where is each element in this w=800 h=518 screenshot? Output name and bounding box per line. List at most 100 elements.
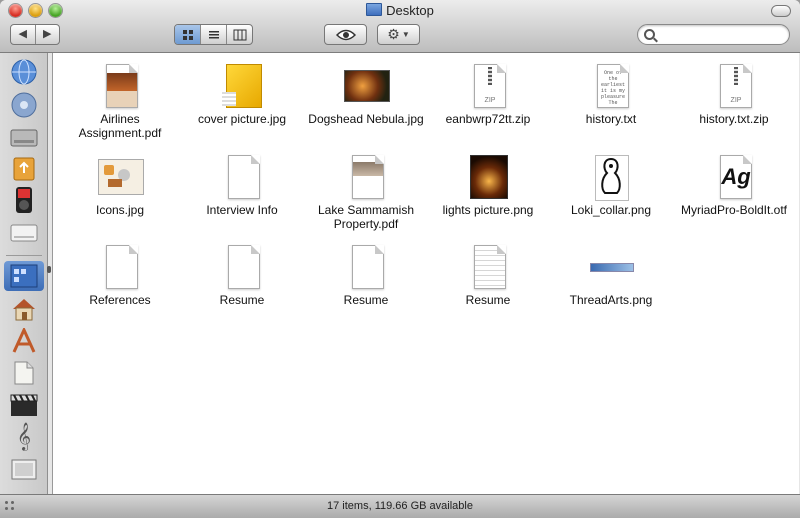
list-view-button[interactable] <box>200 25 226 44</box>
sidebar-separator <box>6 255 42 256</box>
file-name: Loki_collar.png <box>570 203 652 217</box>
column-view-button[interactable] <box>226 25 252 44</box>
home-icon <box>13 299 35 321</box>
icon-view-button[interactable] <box>175 25 200 44</box>
sidebar-item-external-drive[interactable] <box>9 218 39 248</box>
file-area: Airlines Assignment.pdf cover picture.jp… <box>52 53 799 494</box>
file-item[interactable]: Airlines Assignment.pdf <box>61 62 179 140</box>
external-drive-icon <box>10 224 38 242</box>
search-field[interactable] <box>637 24 790 45</box>
status-text: 17 items, 119.66 GB available <box>327 500 473 512</box>
file-item[interactable]: Interview Info <box>183 153 301 217</box>
back-arrow-icon: ◀ <box>18 28 27 40</box>
back-button[interactable]: ◀ <box>11 25 35 44</box>
image-icon <box>342 62 390 110</box>
sidebar-resize-handle[interactable] <box>47 266 51 273</box>
file-item[interactable]: cover picture.jpg <box>183 62 301 126</box>
file-item[interactable]: Resume <box>183 243 301 307</box>
pdf-icon <box>342 153 390 201</box>
documents-icon <box>14 361 34 385</box>
text-file-icon: One of the earliest it is my pleasure Th… <box>587 62 635 110</box>
file-item[interactable]: Dogshead Nebula.jpg <box>307 62 425 126</box>
gear-icon: ⚙ <box>387 26 400 42</box>
sidebar-item-network[interactable] <box>9 57 39 87</box>
list-view-icon <box>208 30 219 38</box>
window-title: Desktop <box>0 3 800 18</box>
zip-icon: ZIP <box>710 62 758 110</box>
chevron-down-icon: ▼ <box>401 30 410 39</box>
file-item[interactable]: Lake Sammamish Property.pdf <box>307 153 425 231</box>
file-name: cover picture.jpg <box>197 112 287 126</box>
pictures-icon <box>11 459 37 480</box>
zip-icon: ZIP <box>464 62 512 110</box>
file-name: Resume <box>219 293 265 307</box>
file-item[interactable]: References <box>61 243 179 307</box>
file-item[interactable]: lights picture.png <box>429 153 547 217</box>
document-icon <box>218 153 266 201</box>
file-name: Airlines Assignment.pdf <box>78 112 162 140</box>
file-name: history.txt.zip <box>699 112 769 126</box>
sidebar-item-hard-drive[interactable] <box>9 123 39 153</box>
text-preview: One of the earliest it is my pleasure Th… <box>601 70 625 104</box>
file-name: history.txt <box>585 112 637 126</box>
sidebar-item-pictures[interactable] <box>9 454 39 484</box>
file-name: Icons.jpg <box>95 203 145 217</box>
icon-view-icon <box>182 29 193 40</box>
hard-drive-icon <box>10 129 38 147</box>
toolbar-toggle-button[interactable] <box>771 5 791 17</box>
document-icon <box>464 243 512 291</box>
finder-window: Desktop ◀ ▶ ⚙ ▼ 𝄞 Airlines Assignment.pd… <box>0 0 800 518</box>
file-name: Interview Info <box>206 203 278 217</box>
file-item[interactable]: One of the earliest it is my pleasure Th… <box>552 62 670 126</box>
desktop-icon <box>10 264 38 288</box>
file-item[interactable]: Resume <box>429 243 547 307</box>
image-icon <box>587 243 635 291</box>
view-mode-control <box>174 24 253 45</box>
file-item[interactable]: Icons.jpg <box>61 153 179 217</box>
ipod-icon <box>16 187 32 213</box>
font-preview: Ag <box>721 164 751 189</box>
action-menu-button[interactable]: ⚙ ▼ <box>377 24 420 45</box>
sidebar-item-documents[interactable] <box>9 358 39 388</box>
usb-drive-icon <box>13 157 35 181</box>
applications-icon <box>12 328 36 353</box>
file-item[interactable]: ZIP history.txt.zip <box>675 62 793 126</box>
search-input[interactable] <box>658 27 788 44</box>
file-name: Lake Sammamish Property.pdf <box>317 203 415 231</box>
image-icon <box>218 62 266 110</box>
file-name: References <box>89 293 151 307</box>
file-item[interactable]: ZIP eanbwrp72tt.zip <box>429 62 547 126</box>
zip-label: ZIP <box>730 97 742 104</box>
sidebar-item-applications[interactable] <box>9 326 39 356</box>
sidebar-item-desktop[interactable] <box>4 261 44 291</box>
sidebar-item-usb[interactable] <box>9 154 39 184</box>
pdf-icon <box>96 62 144 110</box>
forward-button[interactable]: ▶ <box>34 25 60 44</box>
image-icon <box>464 153 512 201</box>
column-view-icon <box>233 29 246 40</box>
back-forward-control: ◀ ▶ <box>10 24 60 45</box>
desktop-folder-icon <box>366 3 383 16</box>
file-name: Resume <box>465 293 511 307</box>
search-icon <box>644 29 655 40</box>
eye-icon <box>335 29 356 40</box>
file-item[interactable]: Resume <box>307 243 425 307</box>
quick-look-button[interactable] <box>324 24 367 45</box>
font-icon: Ag <box>710 153 758 201</box>
sidebar-item-music[interactable]: 𝄞 <box>9 422 39 452</box>
file-name: MyriadPro-BoldIt.otf <box>680 203 788 217</box>
file-item[interactable]: Loki_collar.png <box>552 153 670 217</box>
sidebar-item-disk[interactable] <box>9 90 39 120</box>
file-item[interactable]: ThreadArts.png <box>552 243 670 307</box>
sidebar-item-home[interactable] <box>9 294 39 324</box>
sidebar-item-ipod[interactable] <box>9 185 39 215</box>
forward-arrow-icon: ▶ <box>43 28 52 40</box>
document-icon <box>342 243 390 291</box>
image-icon <box>587 153 635 201</box>
file-name: Dogshead Nebula.jpg <box>308 112 424 126</box>
sidebar-item-movies[interactable] <box>9 390 39 420</box>
sidebar: 𝄞 <box>0 53 48 495</box>
window-title-text: Desktop <box>386 3 434 18</box>
file-item[interactable]: Ag MyriadPro-BoldIt.otf <box>675 153 793 217</box>
movies-icon <box>10 394 38 416</box>
